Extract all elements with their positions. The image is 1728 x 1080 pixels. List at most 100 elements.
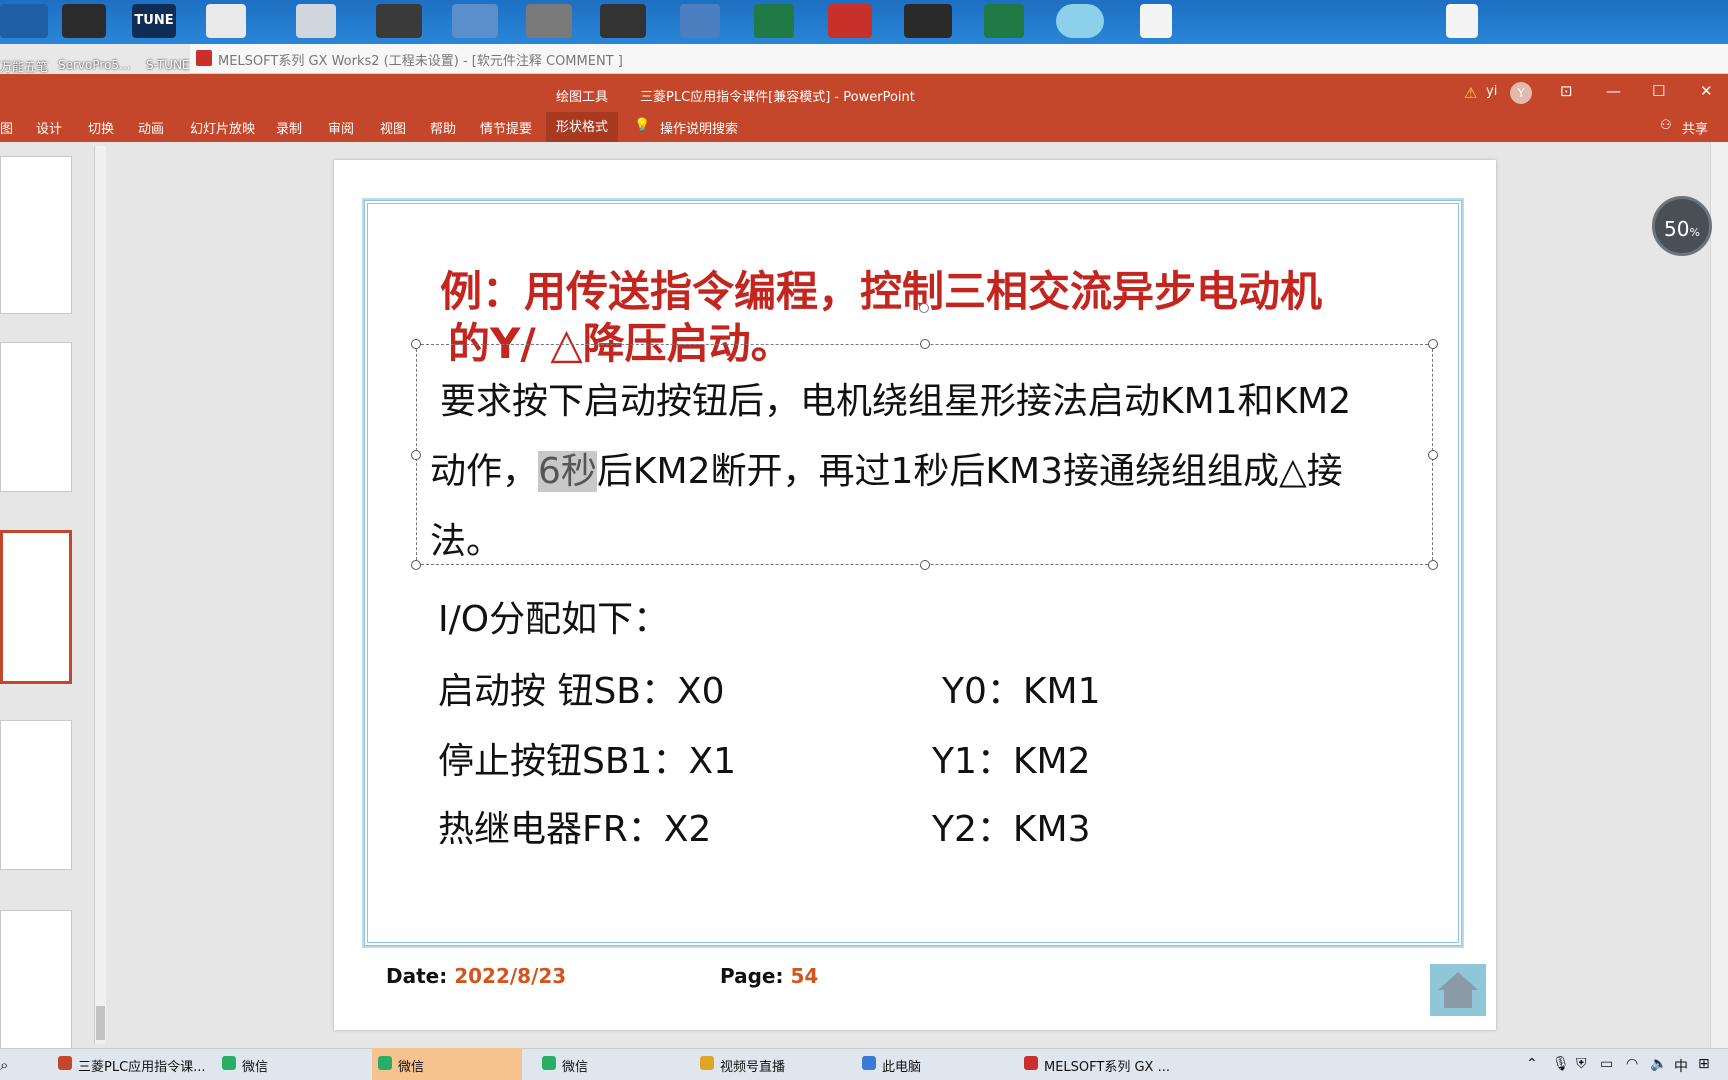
taskbar-item-this-pc[interactable]: 此电脑 [856,1048,1006,1080]
warning-icon[interactable]: ⚠ [1464,84,1477,102]
person-icon[interactable]: ⚇ [1660,118,1672,133]
slide-thumbnail-current[interactable] [0,530,72,684]
requirement-line-3[interactable]: 法。 [430,512,502,564]
avatar[interactable]: Y [1510,82,1532,104]
document-icon[interactable] [1140,4,1172,38]
tab-record[interactable]: 录制 [276,118,302,137]
share-button[interactable]: 共享 [1682,118,1708,137]
minimize-icon[interactable]: — [1606,82,1621,100]
tab-slideshow[interactable]: 幻灯片放映 [190,118,255,137]
tab-animations[interactable]: 动画 [138,118,164,137]
melsoft-icon [196,50,212,66]
io-heading: I/O分配如下： [438,599,670,640]
slide-thumbnail[interactable] [0,720,72,870]
slide-thumbnail[interactable] [0,910,72,1050]
resize-handle[interactable] [411,450,421,460]
resize-handle[interactable] [411,339,421,349]
close-icon[interactable]: ✕ [1700,82,1713,100]
thumbnail-scroll-thumb[interactable] [96,1006,105,1040]
wechat-icon [542,1056,556,1070]
page-value: 54 [790,964,819,988]
maximize-icon[interactable]: ☐ [1652,82,1665,100]
home-button[interactable] [1430,964,1486,1016]
cloud-icon[interactable] [1056,4,1104,38]
taskbar-item-label: 三菱PLC应用指令课... [78,1060,206,1075]
tab-insert[interactable]: 图 [0,118,13,137]
taskbar-item-wechat[interactable]: 微信 [372,1048,522,1080]
volume-icon[interactable]: 🔈 [1650,1056,1667,1072]
tab-view[interactable]: 视图 [380,118,406,137]
date-label: Date: [386,964,448,988]
resize-handle[interactable] [411,560,421,570]
microphone-icon[interactable]: 🎙 [1552,1056,1570,1072]
tab-transitions[interactable]: 切换 [88,118,114,137]
tray-chevron-icon[interactable]: ⌃ [1526,1056,1538,1072]
io-input-row: 停止按钮SB1：X1 [438,741,737,782]
thumbnail-scrollbar[interactable] [94,146,106,1044]
wifi-icon[interactable]: ◠ [1626,1056,1638,1072]
desktop-icon-strip: TUNE [0,0,1728,44]
computer-icon [862,1056,876,1070]
battery-icon[interactable]: ▭ [1600,1056,1613,1072]
app-icon[interactable] [600,4,646,38]
s-tune-icon[interactable]: TUNE [132,4,176,38]
app-icon[interactable] [904,4,952,38]
app-icon[interactable] [526,4,572,38]
tab-review[interactable]: 审阅 [328,118,354,137]
slide-thumbnail[interactable] [0,156,72,314]
resize-handle[interactable] [1428,450,1438,460]
taskbar-item-powerpoint[interactable]: 三菱PLC应用指令课... [52,1048,212,1080]
app-icon[interactable] [376,4,422,38]
slide-thumbnail[interactable] [0,342,72,492]
taskbar-item-label: 此电脑 [882,1060,922,1075]
wanneng-wubi-icon[interactable] [0,4,48,38]
date-value: 2022/8/23 [454,964,567,988]
app-icon[interactable] [680,4,720,38]
requirement-text: 动作， [430,451,539,492]
gx-works-title-bar[interactable]: MELSOFT系列 GX Works2 (工程未设置) - [软元件注释 COM… [190,44,1728,74]
resize-handle[interactable] [920,339,930,349]
powerpoint-icon [58,1056,72,1070]
zoom-value: 50 [1664,217,1690,241]
taskbar-item-wechat[interactable]: 微信 [216,1048,366,1080]
resize-handle[interactable] [920,560,930,570]
tab-shape-format[interactable]: 形状格式 [546,112,619,142]
app-icon[interactable] [452,4,498,38]
taskbar-item-melsoft[interactable]: MELSOFT系列 GX ... [1018,1048,1170,1080]
lightbulb-icon[interactable]: 💡 [634,118,650,133]
tool-icon[interactable] [296,4,336,38]
excel-icon[interactable] [754,4,794,38]
requirement-line-2[interactable]: 动作，6秒后KM2断开，再过1秒后KM3接通绕组组成△接 [430,442,1343,494]
highlighted-text[interactable]: 6秒 [538,451,597,492]
io-output-row: Y2：KM3 [932,809,1091,850]
tell-me-search[interactable]: 操作说明搜索 [660,118,738,137]
vertical-scrollbar[interactable] [1710,142,1728,1048]
tab-design[interactable]: 设计 [36,118,62,137]
servopro-icon[interactable] [62,4,106,38]
tab-storyboard[interactable]: 情节提要 [480,118,532,137]
zoom-unit: % [1689,226,1700,239]
excel-icon[interactable] [984,4,1024,38]
shield-icon[interactable]: ⛨ [1576,1056,1587,1072]
taskbar-item-label: 微信 [398,1060,425,1075]
ime-indicator[interactable]: 中 [1674,1056,1688,1076]
document-icon[interactable] [1446,4,1478,38]
ribbon-display-icon[interactable]: ⊡ [1560,82,1573,100]
app-icon[interactable] [206,4,246,38]
taskbar-item-label: 视频号直播 [720,1060,786,1075]
resize-handle[interactable] [1428,560,1438,570]
gx-works-title: MELSOFT系列 GX Works2 (工程未设置) - [软元件注释 COM… [218,54,623,69]
requirement-text: 后KM2断开，再过1秒后KM3接通绕组组成△接 [596,451,1343,492]
taskbar-item-wechat[interactable]: 微信 [536,1048,686,1080]
requirement-line-1[interactable]: 要求按下启动按钮后，电机绕组星形接法启动KM1和KM2 [440,372,1351,424]
io-output-row: Y0：KM1 [942,671,1101,712]
app-icon[interactable] [828,4,872,38]
start-search-icon[interactable]: ⌕ [0,1048,22,1080]
keyboard-icon[interactable]: ⊞ [1698,1056,1710,1072]
user-name[interactable]: yi [1486,84,1497,99]
rotate-handle-icon[interactable] [919,303,929,313]
resize-handle[interactable] [1428,339,1438,349]
taskbar-item-live[interactable]: 视频号直播 [694,1048,844,1080]
zoom-indicator[interactable]: 50% [1652,196,1712,256]
tab-help[interactable]: 帮助 [430,118,456,137]
